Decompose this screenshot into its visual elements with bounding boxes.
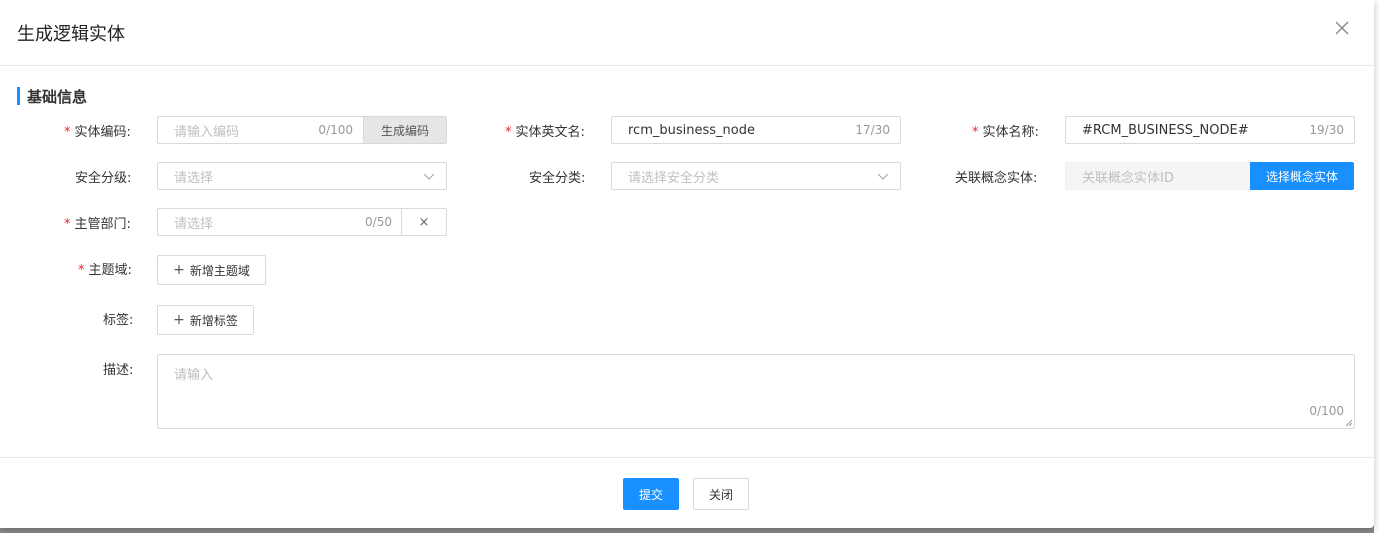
description-placeholder: 请输入 bbox=[174, 368, 214, 383]
department-placeholder: 请选择 bbox=[174, 216, 214, 232]
resize-grip-icon[interactable] bbox=[1345, 419, 1353, 427]
security-category-placeholder: 请选择安全分类 bbox=[628, 170, 720, 186]
concept-entity-input: 关联概念实体ID bbox=[1065, 162, 1252, 190]
backdrop bbox=[1374, 0, 1379, 533]
entity-en-name-input[interactable]: rcm_business_node 17/30 bbox=[611, 116, 901, 144]
entity-code-placeholder: 请输入编码 bbox=[174, 124, 240, 140]
entity-en-name-value: rcm_business_node bbox=[628, 122, 755, 138]
add-subject-domain-button[interactable]: + 新增主题域 bbox=[157, 255, 266, 285]
department-clear-button[interactable]: × bbox=[401, 208, 447, 236]
department-count: 0/50 bbox=[365, 215, 392, 229]
security-category-select[interactable]: 请选择安全分类 bbox=[611, 162, 901, 190]
section-accent-bar bbox=[17, 87, 20, 105]
entity-name-input[interactable]: #RCM_BUSINESS_NODE# 19/30 bbox=[1065, 116, 1355, 144]
entity-code-count: 0/100 bbox=[318, 123, 353, 137]
entity-name-count: 19/30 bbox=[1309, 123, 1344, 137]
security-level-label: 安全分级: bbox=[75, 171, 132, 186]
entity-code-label: * 实体编码: bbox=[64, 125, 131, 140]
security-level-placeholder: 请选择 bbox=[174, 170, 214, 186]
add-tag-label: 新增标签 bbox=[189, 313, 238, 328]
entity-en-name-label: * 实体英文名: bbox=[505, 125, 585, 140]
modal-footer: 提交 关闭 bbox=[0, 457, 1374, 529]
required-mark: * bbox=[64, 125, 71, 140]
required-mark: * bbox=[78, 263, 85, 278]
security-level-select[interactable]: 请选择 bbox=[157, 162, 447, 190]
close-button[interactable]: 关闭 bbox=[693, 478, 749, 510]
submit-button[interactable]: 提交 bbox=[623, 478, 679, 510]
section-title: 基础信息 bbox=[17, 86, 87, 106]
subject-domain-label: * 主题域: bbox=[78, 263, 132, 278]
entity-en-name-count: 17/30 bbox=[855, 123, 890, 137]
tags-label: 标签: bbox=[103, 313, 134, 328]
department-label: * 主管部门: bbox=[64, 217, 131, 232]
modal-header: 生成逻辑实体 bbox=[0, 0, 1374, 66]
select-concept-entity-button[interactable]: 选择概念实体 bbox=[1250, 162, 1354, 190]
dialog-title: 生成逻辑实体 bbox=[17, 24, 125, 45]
close-icon[interactable] bbox=[1332, 18, 1352, 38]
description-label: 描述: bbox=[103, 363, 134, 378]
section-title-text: 基础信息 bbox=[27, 87, 88, 106]
security-category-label: 安全分类: bbox=[529, 171, 586, 186]
add-tag-button[interactable]: + 新增标签 bbox=[157, 305, 254, 335]
required-mark: * bbox=[64, 217, 71, 232]
modal-dialog: 生成逻辑实体 基础信息 * 实体编码: 请输入编码 0/100 生成编码 * 实体英… bbox=[0, 0, 1374, 528]
generate-code-button[interactable]: 生成编码 bbox=[363, 117, 446, 143]
department-input[interactable]: 请选择 0/50 bbox=[157, 208, 403, 236]
plus-icon: + bbox=[173, 262, 185, 278]
entity-name-label: * 实体名称: bbox=[972, 125, 1039, 140]
concept-entity-label: 关联概念实体: bbox=[955, 171, 1038, 186]
chevron-down-icon bbox=[423, 173, 435, 180]
description-count: 0/100 bbox=[1309, 404, 1344, 418]
required-mark: * bbox=[972, 125, 979, 140]
entity-code-input[interactable]: 请输入编码 0/100 生成编码 bbox=[157, 116, 447, 144]
required-mark: * bbox=[505, 125, 512, 140]
plus-icon: + bbox=[173, 312, 185, 328]
add-subject-domain-label: 新增主题域 bbox=[189, 263, 250, 278]
chevron-down-icon bbox=[877, 173, 889, 180]
concept-entity-placeholder: 关联概念实体ID bbox=[1082, 170, 1174, 186]
description-textarea[interactable]: 请输入 0/100 bbox=[157, 354, 1355, 429]
entity-name-value: #RCM_BUSINESS_NODE# bbox=[1082, 122, 1249, 138]
